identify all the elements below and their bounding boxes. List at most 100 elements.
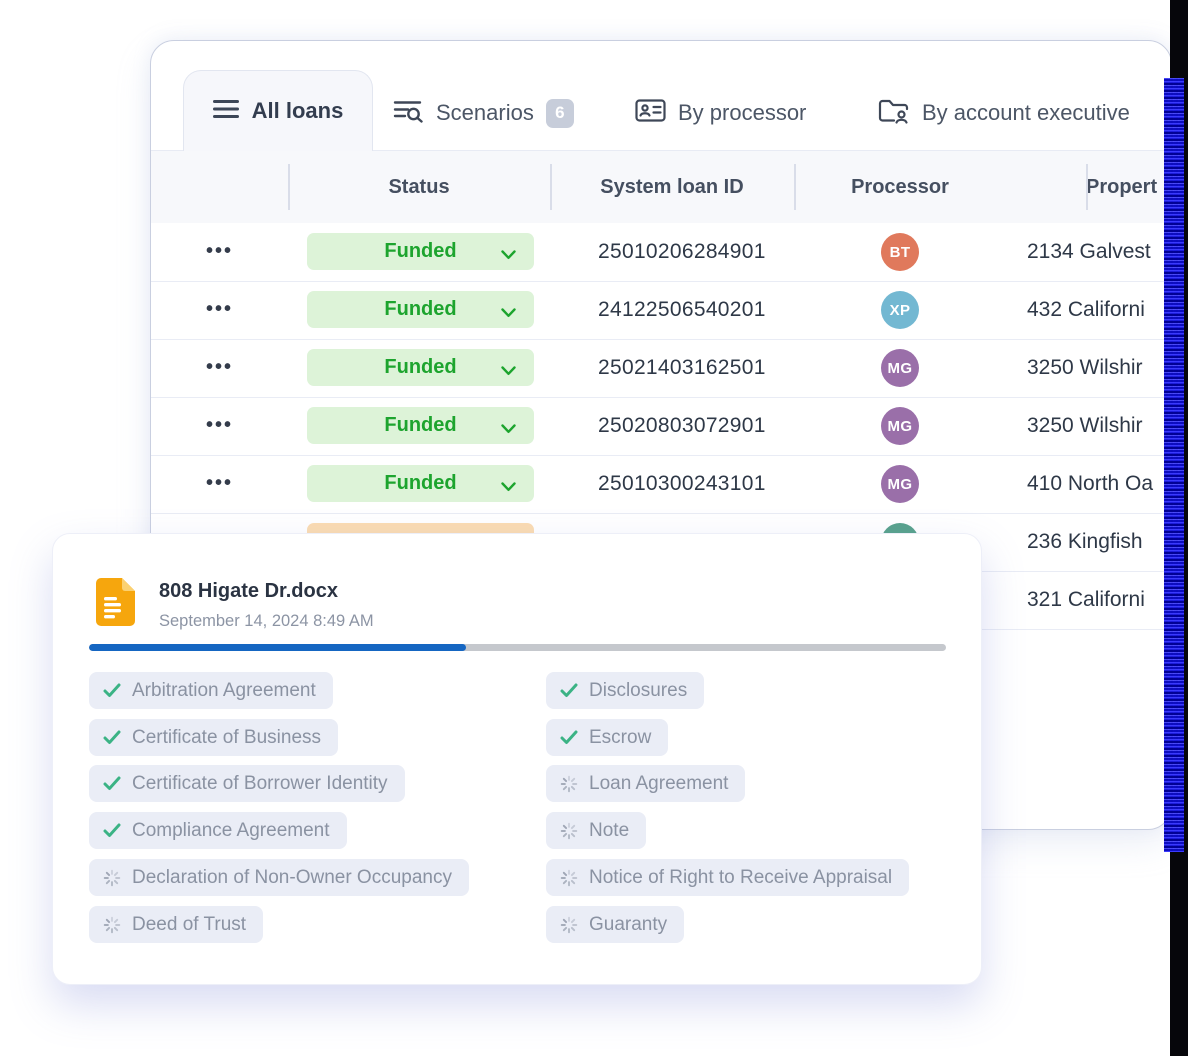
spinner-icon: [560, 775, 578, 793]
checklist-chip[interactable]: Escrow: [546, 719, 668, 756]
checklist-chip[interactable]: Note: [546, 812, 646, 849]
row-menu-button[interactable]: •••: [151, 339, 288, 397]
column-header: Status: [288, 151, 550, 223]
column-divider: [288, 164, 290, 210]
file-name: 808 Higate Dr.docx: [159, 580, 374, 603]
document-icon: [95, 578, 135, 631]
property-cell: 3250 Wilshir: [1027, 397, 1143, 455]
checklist-chip-label: Declaration of Non-Owner Occupancy: [132, 867, 452, 889]
table-row: ••• Funded 25020803072901 MG 3250 Wilshir: [151, 397, 1171, 455]
status-badge[interactable]: Funded: [307, 233, 534, 270]
column-header: System loan ID: [550, 151, 794, 223]
spinner-icon: [560, 869, 578, 887]
column-divider: [550, 164, 552, 210]
tab-all-loans[interactable]: All loans: [183, 70, 373, 151]
column-divider: [1086, 164, 1088, 210]
checklist-chip-label: Guaranty: [589, 914, 667, 936]
property-cell: 3250 Wilshir: [1027, 339, 1143, 397]
spinner-icon: [103, 869, 121, 887]
table-header: StatusSystem loan IDProcessor Propert: [151, 151, 1171, 223]
status-badge[interactable]: Funded: [307, 465, 534, 502]
loan-id-cell: 24122506540201: [598, 281, 766, 339]
row-menu-button[interactable]: •••: [151, 455, 288, 513]
table-row: •••Funded25010206284901BT2134 Galvest: [151, 223, 1171, 281]
checklist-chip[interactable]: Arbitration Agreement: [89, 672, 333, 709]
status-label: Funded: [384, 356, 456, 379]
list-search-icon: [393, 98, 424, 128]
chevron-down-icon: [501, 305, 516, 323]
checklist-chip[interactable]: Certificate of Borrower Identity: [89, 765, 405, 802]
table-row: ••• Funded 25010300243101 MG 410 North Oa: [151, 455, 1171, 513]
progress-bar-fill: [89, 644, 466, 651]
checklist-chip-label: Compliance Agreement: [132, 820, 330, 842]
check-icon: [103, 683, 121, 698]
check-icon: [560, 683, 578, 698]
loan-id-cell: 25021403162501: [598, 339, 766, 397]
chevron-down-icon: [501, 363, 516, 381]
chevron-down-icon: [501, 421, 516, 439]
processor-avatar: MG: [881, 349, 919, 387]
status-label: Funded: [384, 240, 456, 263]
checklist-chip[interactable]: Notice of Right to Receive Appraisal: [546, 859, 909, 896]
checklist-chip[interactable]: Disclosures: [546, 672, 704, 709]
tab-by-account-executive-label: By account executive: [922, 100, 1130, 126]
column-divider: [794, 164, 796, 210]
scenarios-count-badge: 6: [546, 99, 574, 128]
property-cell: 410 North Oa: [1027, 455, 1153, 513]
tab-by-processor[interactable]: By processor: [635, 91, 806, 135]
processor-avatar: MG: [881, 465, 919, 503]
folder-user-icon: [878, 98, 910, 129]
checklist-chip-label: Disclosures: [589, 680, 687, 702]
tab-by-processor-label: By processor: [678, 100, 806, 126]
progress-bar: [89, 644, 946, 651]
checklist-chip[interactable]: Declaration of Non-Owner Occupancy: [89, 859, 469, 896]
tab-all-loans-label: All loans: [252, 98, 344, 124]
checklist-chip[interactable]: Compliance Agreement: [89, 812, 347, 849]
checklist-chip-label: Notice of Right to Receive Appraisal: [589, 867, 892, 889]
chevron-down-icon: [501, 247, 516, 265]
hamburger-icon: [213, 99, 239, 124]
tab-by-account-executive[interactable]: By account executive: [878, 91, 1130, 135]
tab-scenarios[interactable]: Scenarios 6: [393, 91, 574, 135]
processor-avatar: BT: [881, 233, 919, 271]
id-card-icon: [635, 98, 666, 128]
document-card: 808 Higate Dr.docx September 14, 2024 8:…: [52, 533, 982, 985]
property-cell: 321 Californi: [1027, 571, 1145, 629]
column-header: Processor: [794, 151, 1006, 223]
row-menu-button[interactable]: •••: [151, 281, 288, 339]
property-cell: 236 Kingfish: [1027, 513, 1143, 571]
page: All loans Scenarios 6 By processor B: [0, 0, 1188, 1056]
spinner-icon: [560, 822, 578, 840]
screen-edge-glitch-strip: [1164, 78, 1184, 852]
status-badge[interactable]: Funded: [307, 291, 534, 328]
checklist-chip[interactable]: Certificate of Business: [89, 719, 338, 756]
checklist-chip[interactable]: Guaranty: [546, 906, 684, 943]
property-cell: 2134 Galvest: [1027, 223, 1151, 281]
spinner-icon: [103, 916, 121, 934]
property-cell: 432 Californi: [1027, 281, 1145, 339]
tab-scenarios-label: Scenarios: [436, 100, 534, 126]
checklist-chip-label: Note: [589, 820, 629, 842]
document-card-header: 808 Higate Dr.docx September 14, 2024 8:…: [95, 578, 374, 631]
loan-id-cell: 25010300243101: [598, 455, 766, 513]
status-label: Funded: [384, 298, 456, 321]
status-badge[interactable]: Funded: [307, 407, 534, 444]
checklist-chip-label: Arbitration Agreement: [132, 680, 316, 702]
checklist-chip-label: Certificate of Business: [132, 727, 321, 749]
check-icon: [103, 823, 121, 838]
file-timestamp: September 14, 2024 8:49 AM: [159, 612, 374, 631]
loan-id-cell: 25020803072901: [598, 397, 766, 455]
row-menu-button[interactable]: •••: [151, 223, 288, 281]
status-badge[interactable]: Funded: [307, 349, 534, 386]
checklist-chip-label: Certificate of Borrower Identity: [132, 773, 388, 795]
checklist-chip-label: Escrow: [589, 727, 651, 749]
checklist-chip[interactable]: Deed of Trust: [89, 906, 263, 943]
processor-avatar: MG: [881, 407, 919, 445]
column-header: Propert: [1086, 151, 1157, 223]
checklist-chip-label: Deed of Trust: [132, 914, 246, 936]
chevron-down-icon: [501, 479, 516, 497]
checklist-chip[interactable]: Loan Agreement: [546, 765, 745, 802]
row-menu-button[interactable]: •••: [151, 397, 288, 455]
processor-avatar: XP: [881, 291, 919, 329]
table-row: ••• Funded 25021403162501 MG 3250 Wilshir: [151, 339, 1171, 397]
